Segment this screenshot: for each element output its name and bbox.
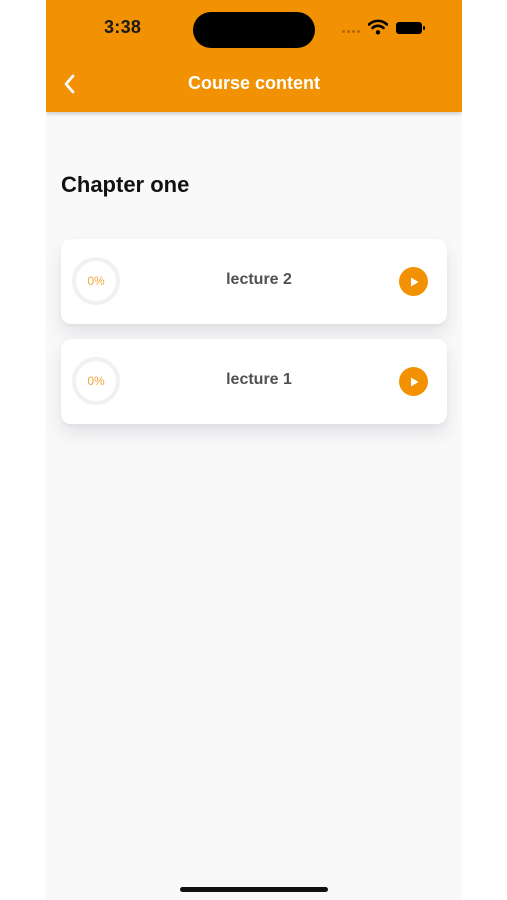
- page-title: Course content: [187, 73, 320, 93]
- top-app-bar: 3:38 Course content: [46, 0, 462, 112]
- cellular-signal-icon: [342, 30, 364, 34]
- home-indicator[interactable]: [180, 887, 328, 892]
- lecture-title: lecture 2: [226, 271, 292, 288]
- status-time: 3:38: [104, 17, 142, 37]
- chapter-title: Chapter one: [61, 172, 190, 197]
- play-icon: [410, 377, 418, 386]
- play-button[interactable]: [399, 367, 428, 396]
- play-icon: [410, 277, 418, 286]
- play-button[interactable]: [399, 267, 428, 296]
- wifi-icon: [368, 19, 388, 35]
- battery-icon: [396, 22, 425, 34]
- lecture-item[interactable]: 0% lecture 1: [61, 339, 447, 424]
- dynamic-island: [193, 12, 315, 48]
- lecture-item[interactable]: 0% lecture 2: [61, 239, 447, 324]
- app-screen: 3:38 Course content Chapter one 0% lectu…: [46, 0, 462, 900]
- lecture-title: lecture 1: [226, 371, 292, 388]
